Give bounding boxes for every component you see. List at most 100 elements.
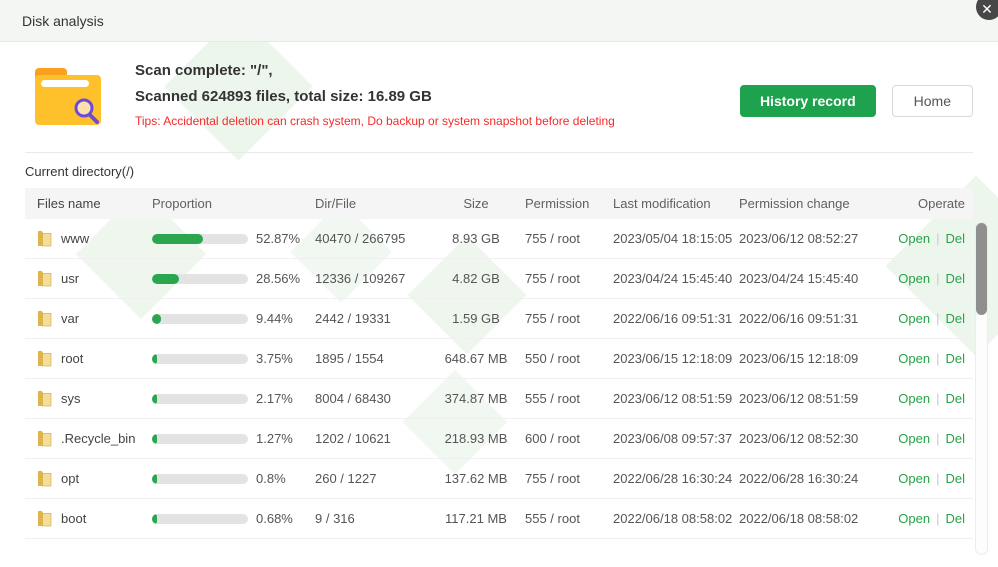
section-divider: [25, 152, 973, 153]
open-link[interactable]: Open: [898, 351, 930, 366]
folder-icon: [37, 270, 52, 287]
last-modification-value: 2022/06/28 16:30:24: [613, 471, 739, 486]
size-value: 1.59 GB: [431, 311, 521, 326]
files-table: Files name Proportion Dir/File Size Perm…: [25, 188, 973, 539]
dir-file-count: 2442 / 19331: [311, 311, 431, 326]
permission-change-value: 2023/06/15 12:18:09: [739, 351, 873, 366]
permission-value: 755 / root: [521, 231, 613, 246]
vertical-scrollbar-thumb[interactable]: [976, 223, 987, 315]
table-row: www 52.87% 40470 / 266795 8.93 GB 755 / …: [25, 219, 973, 259]
permission-change-value: 2023/06/12 08:52:27: [739, 231, 873, 246]
folder-icon: [37, 390, 52, 407]
proportion-value: 2.17%: [256, 391, 293, 406]
table-row: sys 2.17% 8004 / 68430 374.87 MB 555 / r…: [25, 379, 973, 419]
open-link[interactable]: Open: [898, 231, 930, 246]
dir-file-count: 9 / 316: [311, 511, 431, 526]
table-row: opt 0.8% 260 / 1227 137.62 MB 755 / root…: [25, 459, 973, 499]
size-value: 648.67 MB: [431, 351, 521, 366]
history-record-button[interactable]: History record: [740, 85, 876, 117]
open-link[interactable]: Open: [898, 431, 930, 446]
permission-value: 755 / root: [521, 311, 613, 326]
window-title: Disk analysis: [22, 13, 104, 29]
home-button[interactable]: Home: [892, 85, 973, 117]
header-permission-change: Permission change: [739, 196, 873, 211]
del-link[interactable]: Del: [945, 271, 965, 286]
permission-change-value: 2023/06/12 08:51:59: [739, 391, 873, 406]
file-name: .Recycle_bin: [61, 431, 135, 446]
del-link[interactable]: Del: [945, 391, 965, 406]
del-link[interactable]: Del: [945, 511, 965, 526]
current-directory-label: Current directory(/): [25, 164, 973, 179]
dir-file-count: 1202 / 10621: [311, 431, 431, 446]
proportion-bar: [152, 274, 248, 284]
proportion-value: 0.68%: [256, 511, 293, 526]
size-value: 8.93 GB: [431, 231, 521, 246]
size-value: 374.87 MB: [431, 391, 521, 406]
open-link[interactable]: Open: [898, 271, 930, 286]
scan-info: Scan complete: "/", Scanned 624893 files…: [135, 58, 615, 129]
operate-separator: |: [936, 471, 939, 486]
del-link[interactable]: Del: [945, 431, 965, 446]
operate-separator: |: [936, 431, 939, 446]
operate-separator: |: [936, 271, 939, 286]
size-value: 137.62 MB: [431, 471, 521, 486]
size-value: 218.93 MB: [431, 431, 521, 446]
file-name: boot: [61, 511, 86, 526]
last-modification-value: 2023/05/04 18:15:05: [613, 231, 739, 246]
scan-summary-section: Scan complete: "/", Scanned 624893 files…: [0, 42, 998, 139]
proportion-value: 28.56%: [256, 271, 300, 286]
size-value: 117.21 MB: [431, 511, 521, 526]
header-permission: Permission: [521, 196, 613, 211]
table-row: usr 28.56% 12336 / 109267 4.82 GB 755 / …: [25, 259, 973, 299]
table-row: .Recycle_bin 1.27% 1202 / 10621 218.93 M…: [25, 419, 973, 459]
last-modification-value: 2023/04/24 15:45:40: [613, 271, 739, 286]
proportion-bar: [152, 474, 248, 484]
header-actions: History record Home: [740, 85, 973, 117]
table-row: var 9.44% 2442 / 19331 1.59 GB 755 / roo…: [25, 299, 973, 339]
scan-complete-line: Scan complete: "/",: [135, 58, 615, 84]
open-link[interactable]: Open: [898, 311, 930, 326]
permission-change-value: 2023/06/12 08:52:30: [739, 431, 873, 446]
proportion-bar: [152, 314, 248, 324]
open-link[interactable]: Open: [898, 391, 930, 406]
permission-value: 600 / root: [521, 431, 613, 446]
open-link[interactable]: Open: [898, 511, 930, 526]
open-link[interactable]: Open: [898, 471, 930, 486]
header-size: Size: [431, 196, 521, 211]
permission-change-value: 2023/04/24 15:45:40: [739, 271, 873, 286]
header-proportion: Proportion: [143, 196, 311, 211]
folder-icon: [37, 430, 52, 447]
last-modification-value: 2023/06/08 09:57:37: [613, 431, 739, 446]
proportion-bar: [152, 434, 248, 444]
dir-file-count: 12336 / 109267: [311, 271, 431, 286]
header-last-modification: Last modification: [613, 196, 739, 211]
header-files-name: Files name: [25, 196, 143, 211]
operate-separator: |: [936, 391, 939, 406]
folder-icon: [37, 470, 52, 487]
permission-value: 555 / root: [521, 391, 613, 406]
size-value: 4.82 GB: [431, 271, 521, 286]
del-link[interactable]: Del: [945, 231, 965, 246]
dir-file-count: 40470 / 266795: [311, 231, 431, 246]
file-name: sys: [61, 391, 81, 406]
del-link[interactable]: Del: [945, 311, 965, 326]
table-row: boot 0.68% 9 / 316 117.21 MB 555 / root …: [25, 499, 973, 539]
proportion-bar: [152, 514, 248, 524]
table-row: root 3.75% 1895 / 1554 648.67 MB 550 / r…: [25, 339, 973, 379]
del-link[interactable]: Del: [945, 351, 965, 366]
vertical-scrollbar-track[interactable]: [975, 222, 988, 555]
permission-value: 550 / root: [521, 351, 613, 366]
proportion-bar: [152, 394, 248, 404]
folder-icon: [37, 510, 52, 527]
file-name: var: [61, 311, 79, 326]
dir-file-count: 8004 / 68430: [311, 391, 431, 406]
del-link[interactable]: Del: [945, 471, 965, 486]
close-icon: ✕: [981, 1, 993, 17]
scan-tips-warning: Tips: Accidental deletion can crash syst…: [135, 113, 615, 129]
operate-separator: |: [936, 311, 939, 326]
header-operate: Operate: [873, 196, 973, 211]
header-dir-file: Dir/File: [311, 196, 431, 211]
folder-scan-icon: [28, 60, 108, 139]
folder-icon: [37, 230, 52, 247]
disk-analysis-window: Disk analysis ✕ Scan complete: "/", Scan…: [0, 0, 998, 567]
